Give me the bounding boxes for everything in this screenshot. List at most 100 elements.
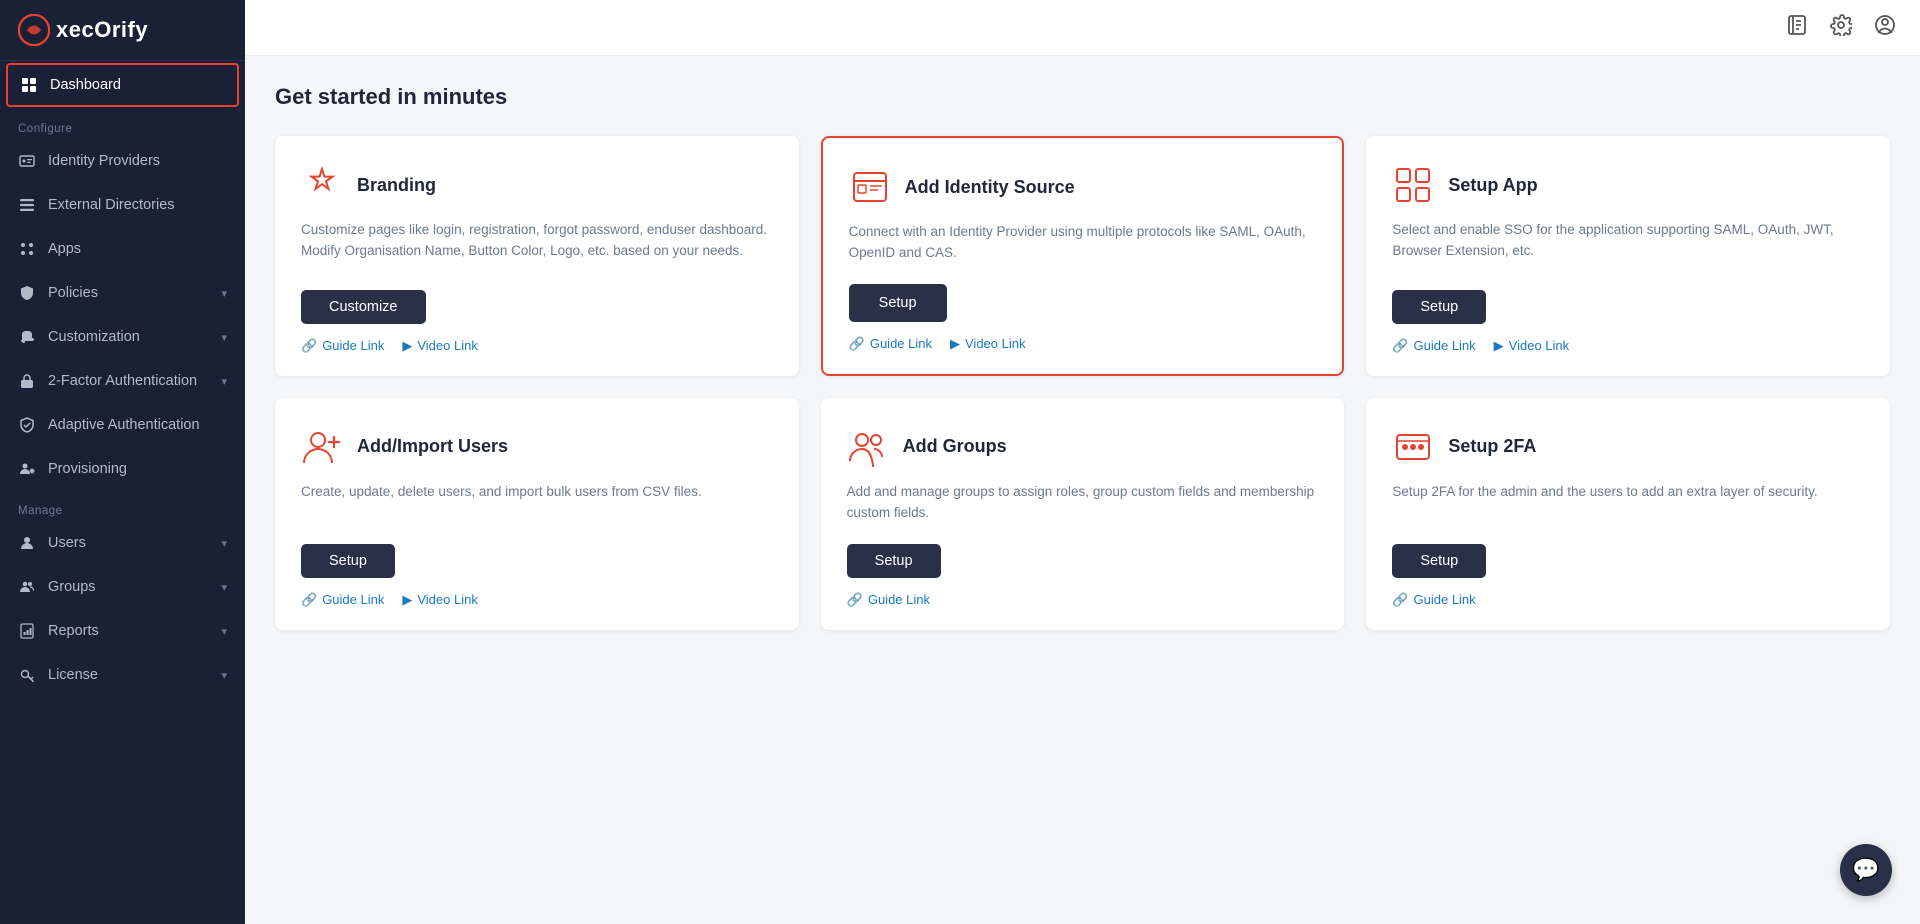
external-link-icon: 🔗 bbox=[301, 338, 317, 354]
guide-link[interactable]: 🔗 Guide Link bbox=[1392, 592, 1475, 608]
section-label-configure: Configure bbox=[0, 109, 245, 139]
users-icon bbox=[18, 578, 36, 596]
sidebar-item-external-directories[interactable]: External Directories bbox=[0, 183, 245, 227]
play-icon: ▶ bbox=[1494, 338, 1504, 354]
sidebar-item-adaptive-auth[interactable]: Adaptive Authentication bbox=[0, 403, 245, 447]
list-icon bbox=[18, 196, 36, 214]
add-groups-icon bbox=[847, 426, 889, 468]
setup-identity-source-button[interactable]: Setup bbox=[849, 284, 947, 322]
card-header: Branding bbox=[301, 164, 773, 206]
card-add-groups: Add Groups Add and manage groups to assi… bbox=[821, 398, 1345, 630]
guide-link[interactable]: 🔗 Guide Link bbox=[301, 592, 384, 608]
play-icon: ▶ bbox=[950, 336, 960, 352]
apps-icon bbox=[18, 240, 36, 258]
chat-bubble[interactable]: 💬 bbox=[1840, 844, 1892, 896]
main-area: Get started in minutes Branding Customiz… bbox=[245, 0, 1920, 924]
setup-2fa-icon bbox=[1392, 426, 1434, 468]
sidebar-item-label: Adaptive Authentication bbox=[48, 417, 227, 433]
card-title: Setup 2FA bbox=[1448, 436, 1536, 457]
setup-app-icon bbox=[1392, 164, 1434, 206]
setup-app-button[interactable]: Setup bbox=[1392, 290, 1486, 324]
card-links: 🔗 Guide Link ▶ Video Link bbox=[301, 338, 773, 354]
gear-icon[interactable] bbox=[1830, 14, 1852, 42]
topbar bbox=[245, 0, 1920, 56]
card-desc: Connect with an Identity Provider using … bbox=[849, 222, 1317, 264]
sidebar-item-label: Customization bbox=[48, 329, 209, 345]
card-title: Add Identity Source bbox=[905, 177, 1075, 198]
card-links: 🔗 Guide Link ▶ Video Link bbox=[301, 592, 773, 608]
play-icon: ▶ bbox=[402, 338, 412, 354]
video-link[interactable]: ▶ Video Link bbox=[950, 336, 1025, 352]
card-title: Setup App bbox=[1448, 175, 1537, 196]
guide-link[interactable]: 🔗 Guide Link bbox=[847, 592, 930, 608]
paint-icon bbox=[18, 328, 36, 346]
chevron-down-icon: ▾ bbox=[221, 287, 227, 300]
sidebar-item-customization[interactable]: Customization ▾ bbox=[0, 315, 245, 359]
shield-icon bbox=[18, 284, 36, 302]
sidebar-item-2fa[interactable]: 2-Factor Authentication ▾ bbox=[0, 359, 245, 403]
sidebar-item-reports[interactable]: Reports ▾ bbox=[0, 609, 245, 653]
card-header: Add/Import Users bbox=[301, 426, 773, 468]
book-icon[interactable] bbox=[1786, 14, 1808, 42]
chevron-down-icon: ▾ bbox=[221, 581, 227, 594]
file-chart-icon bbox=[18, 622, 36, 640]
video-link[interactable]: ▶ Video Link bbox=[1494, 338, 1569, 354]
external-link-icon: 🔗 bbox=[849, 336, 865, 352]
video-link[interactable]: ▶ Video Link bbox=[402, 592, 477, 608]
guide-link[interactable]: 🔗 Guide Link bbox=[301, 338, 384, 354]
external-link-icon: 🔗 bbox=[1392, 338, 1408, 354]
key-icon bbox=[18, 666, 36, 684]
video-link[interactable]: ▶ Video Link bbox=[402, 338, 477, 354]
guide-link[interactable]: 🔗 Guide Link bbox=[1392, 338, 1475, 354]
customize-button[interactable]: Customize bbox=[301, 290, 426, 324]
setup-users-button[interactable]: Setup bbox=[301, 544, 395, 578]
sidebar-item-label: License bbox=[48, 667, 209, 683]
section-label-manage: Manage bbox=[0, 491, 245, 521]
card-title: Add Groups bbox=[903, 436, 1007, 457]
user-cog-icon bbox=[18, 460, 36, 478]
sidebar-item-label: Dashboard bbox=[50, 77, 225, 93]
page-title: Get started in minutes bbox=[275, 84, 1890, 110]
logo-text: xecOrify bbox=[56, 17, 148, 43]
guide-link[interactable]: 🔗 Guide Link bbox=[849, 336, 932, 352]
user-icon bbox=[18, 534, 36, 552]
sidebar-item-policies[interactable]: Policies ▾ bbox=[0, 271, 245, 315]
sidebar-item-license[interactable]: License ▾ bbox=[0, 653, 245, 697]
sidebar-item-identity-providers[interactable]: Identity Providers bbox=[0, 139, 245, 183]
chevron-down-icon: ▾ bbox=[221, 375, 227, 388]
card-add-identity-source: Add Identity Source Connect with an Iden… bbox=[821, 136, 1345, 376]
lock-num-icon bbox=[18, 372, 36, 390]
sidebar-item-label: Provisioning bbox=[48, 461, 227, 477]
card-branding: Branding Customize pages like login, reg… bbox=[275, 136, 799, 376]
card-desc: Create, update, delete users, and import… bbox=[301, 482, 773, 524]
external-link-icon: 🔗 bbox=[1392, 592, 1408, 608]
grid-icon bbox=[20, 76, 38, 94]
card-title: Add/Import Users bbox=[357, 436, 508, 457]
card-desc: Select and enable SSO for the applicatio… bbox=[1392, 220, 1864, 270]
card-header: Add Identity Source bbox=[849, 166, 1317, 208]
cards-grid: Branding Customize pages like login, reg… bbox=[275, 136, 1890, 630]
setup-2fa-button[interactable]: Setup bbox=[1392, 544, 1486, 578]
card-add-import-users: Add/Import Users Create, update, delete … bbox=[275, 398, 799, 630]
sidebar-item-users[interactable]: Users ▾ bbox=[0, 521, 245, 565]
sidebar-item-groups[interactable]: Groups ▾ bbox=[0, 565, 245, 609]
sidebar-item-label: Users bbox=[48, 535, 209, 551]
sidebar-item-label: External Directories bbox=[48, 197, 227, 213]
card-links: 🔗 Guide Link bbox=[847, 592, 1319, 608]
sidebar-item-label: Apps bbox=[48, 241, 227, 257]
sidebar-item-apps[interactable]: Apps bbox=[0, 227, 245, 271]
shield-check-icon bbox=[18, 416, 36, 434]
card-links: 🔗 Guide Link ▶ Video Link bbox=[849, 336, 1317, 352]
chevron-down-icon: ▾ bbox=[221, 537, 227, 550]
sidebar-item-label: Policies bbox=[48, 285, 209, 301]
card-desc: Add and manage groups to assign roles, g… bbox=[847, 482, 1319, 524]
id-card-icon bbox=[18, 152, 36, 170]
sidebar-item-provisioning[interactable]: Provisioning bbox=[0, 447, 245, 491]
chat-icon: 💬 bbox=[1852, 857, 1879, 883]
setup-groups-button[interactable]: Setup bbox=[847, 544, 941, 578]
user-circle-icon[interactable] bbox=[1874, 14, 1896, 42]
card-header: Add Groups bbox=[847, 426, 1319, 468]
sidebar-item-dashboard[interactable]: Dashboard bbox=[6, 63, 239, 107]
logo-icon bbox=[18, 14, 50, 46]
sidebar: xecOrify Dashboard Configure Identity Pr… bbox=[0, 0, 245, 924]
